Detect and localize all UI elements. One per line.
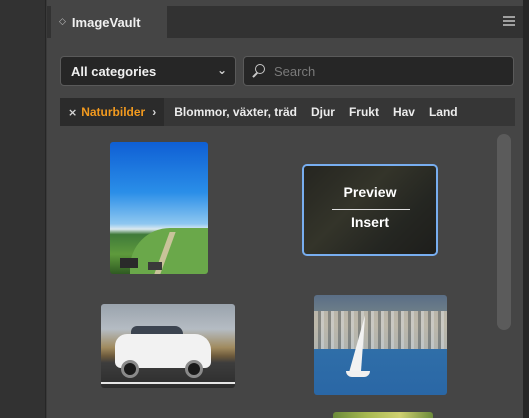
category-breadcrumb-bar: × Naturbilder › Blommor, växter, träd Dj… — [60, 98, 515, 126]
grid-scrollbar[interactable] — [497, 134, 511, 418]
panel-title: ImageVault — [71, 14, 141, 30]
image-grid: Preview Insert — [47, 132, 523, 418]
close-icon[interactable]: × — [68, 106, 77, 119]
left-dock — [0, 0, 46, 418]
scrollbar-thumb[interactable] — [497, 134, 511, 330]
search-icon — [252, 63, 268, 79]
right-dock — [523, 0, 529, 418]
image-thumbnail-selected[interactable]: Preview Insert — [302, 164, 438, 256]
subcategory-djur[interactable]: Djur — [311, 105, 335, 119]
overlay-divider — [332, 209, 410, 210]
subcategory-land[interactable]: Land — [429, 105, 458, 119]
subcategory-hav[interactable]: Hav — [393, 105, 415, 119]
image-thumbnail-mountain[interactable] — [110, 142, 208, 274]
image-thumbnail-harbor[interactable] — [314, 295, 447, 395]
panel-tab[interactable]: ◇ ImageVault — [51, 6, 167, 38]
chevron-down-icon: ⌄ — [216, 63, 227, 77]
category-dropdown-value: All categories — [71, 63, 157, 79]
preview-button[interactable]: Preview — [304, 184, 436, 200]
insert-button[interactable]: Insert — [304, 214, 436, 230]
category-dropdown[interactable]: All categories ⌄ — [60, 56, 236, 86]
active-category-chip[interactable]: × Naturbilder › — [60, 98, 165, 126]
subcategory-frukt[interactable]: Frukt — [349, 105, 379, 119]
search-field[interactable]: Search — [243, 56, 514, 86]
image-thumbnail-car[interactable] — [101, 304, 235, 388]
collapse-chevron-icon[interactable]: ◇ — [59, 17, 66, 27]
active-category-label: Naturbilder — [81, 105, 146, 119]
subcategory-blommor[interactable]: Blommor, växter, träd — [174, 105, 297, 119]
image-thumbnail-partial[interactable] — [333, 412, 433, 418]
imagevault-panel: ◇ ImageVault All categories ⌄ Search × N… — [47, 0, 523, 418]
panel-tabbar: ◇ ImageVault — [47, 6, 523, 38]
search-input-placeholder: Search — [274, 63, 316, 79]
panel-menu-icon[interactable] — [503, 16, 515, 26]
breadcrumb-separator-icon: › — [152, 105, 157, 119]
